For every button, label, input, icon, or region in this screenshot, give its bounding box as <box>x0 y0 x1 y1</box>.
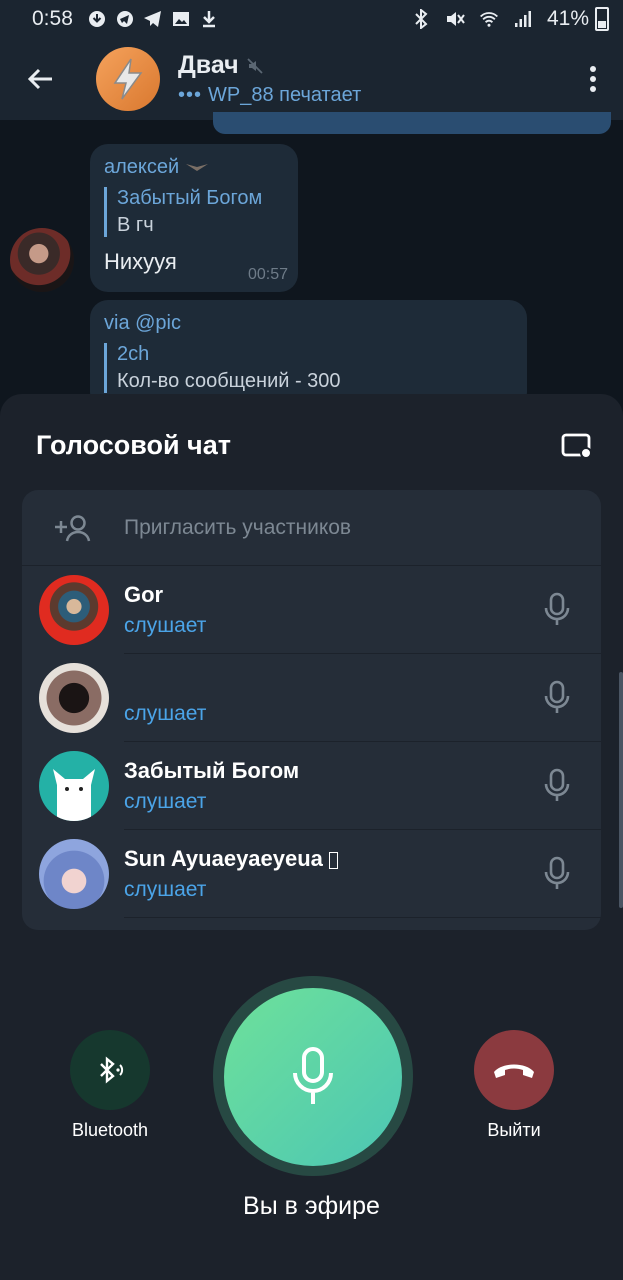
via-bot[interactable]: via @pic <box>104 312 513 335</box>
typing-dots-icon: ••• <box>178 84 203 106</box>
lightning-icon <box>113 58 143 100</box>
unknown-glyph-icon <box>329 851 339 869</box>
participant-status: слушает <box>124 614 207 637</box>
add-user-icon <box>55 514 91 541</box>
participant-row[interactable]: слушает <box>22 654 601 742</box>
telegram-icon <box>115 9 135 29</box>
participant-name-text: Sun Ayuaeyaeyeua <box>124 846 323 871</box>
picture-in-picture-icon <box>561 433 592 459</box>
download-arrow-icon <box>199 9 219 29</box>
participant-row[interactable]: Gor слушает <box>22 566 601 654</box>
sender-avatar[interactable] <box>10 228 74 292</box>
participant-name: Sun Ayuaeyaeyeua <box>124 846 527 872</box>
on-air-status: Вы в эфире <box>243 1192 380 1220</box>
reply-quote[interactable]: Забытый Богом В гч <box>104 187 284 237</box>
mic-icon[interactable] <box>527 856 587 892</box>
bluetooth-button[interactable]: Bluetooth <box>64 1030 156 1141</box>
voice-chat-title: Голосовой чат <box>36 430 231 460</box>
mic-icon[interactable] <box>527 680 587 716</box>
invite-label: Пригласить участников <box>124 515 352 539</box>
signal-icon <box>513 9 533 29</box>
reply-text: В гч <box>117 214 154 236</box>
status-bar: 0:58 41% <box>0 0 623 38</box>
chat-avatar[interactable] <box>96 47 160 111</box>
message-time: 00:57 <box>247 266 288 283</box>
mic-icon[interactable] <box>527 768 587 804</box>
back-arrow-icon <box>27 68 52 90</box>
avatar <box>39 663 109 733</box>
cat-icon <box>53 769 95 821</box>
participant-name: Забытый Богом <box>124 758 300 783</box>
reply-quote-2[interactable]: 2ch Кол-во сообщений - 300 <box>104 343 513 393</box>
battery-percent: 41% <box>546 7 589 30</box>
battery-icon <box>595 7 609 31</box>
message-bubble[interactable]: алексей Забытый Богом В гч Нихууя 00:57 <box>90 144 298 292</box>
leave-button[interactable]: Выйти <box>468 1030 560 1141</box>
reply-name-2: 2ch <box>117 343 150 365</box>
participant-status: слушает <box>124 878 207 901</box>
bird-badge-icon <box>185 164 208 171</box>
reply-name: Забытый Богом <box>117 187 263 209</box>
mute-toggle-button[interactable] <box>224 988 402 1166</box>
mic-icon <box>293 1047 333 1104</box>
mute-icon <box>445 9 465 29</box>
avatar <box>39 839 109 909</box>
participants-list: Пригласить участников Gor слушает слушае… <box>22 490 601 930</box>
bluetooth-icon <box>411 9 431 29</box>
download-icon <box>87 9 107 29</box>
gallery-icon <box>171 9 191 29</box>
pip-button[interactable] <box>559 430 595 462</box>
more-vertical-icon <box>590 66 596 92</box>
outgoing-message-bubble[interactable] <box>213 112 611 134</box>
more-menu-button[interactable] <box>563 38 623 120</box>
typing-status: WP_88 печатает <box>208 84 362 106</box>
back-button[interactable] <box>0 38 80 120</box>
hang-up-icon <box>494 1064 534 1078</box>
participant-name <box>124 670 527 696</box>
mic-icon[interactable] <box>527 592 587 628</box>
chat-titles[interactable]: Двач ••• WP_88 печатает <box>178 51 361 107</box>
invite-participants-row[interactable]: Пригласить участников <box>22 490 601 566</box>
participant-status: слушает <box>124 702 207 725</box>
participant-status: слушает <box>124 790 207 813</box>
participant-name: Gor <box>124 582 164 607</box>
avatar <box>39 751 109 821</box>
muted-icon <box>247 57 263 74</box>
bluetooth-label: Bluetooth <box>71 1120 149 1140</box>
voice-chat-panel: Голосовой чат Пригласить участников Gor … <box>0 394 623 1280</box>
reply-text-2: Кол-во сообщений - 300 <box>117 370 341 392</box>
avatar <box>39 575 109 645</box>
participant-row[interactable]: Забытый Богом слушает <box>22 742 601 830</box>
wifi-icon <box>479 9 499 29</box>
status-time: 0:58 <box>32 7 73 30</box>
chat-header: Двач ••• WP_88 печатает <box>0 38 623 120</box>
chat-title: Двач <box>178 51 239 79</box>
bluetooth-audio-icon <box>100 1056 124 1084</box>
leave-label: Выйти <box>487 1120 541 1140</box>
participant-row[interactable]: Sun Ayuaeyaeyeua слушает <box>22 830 601 918</box>
telegram-plane-icon <box>143 9 163 29</box>
scrollbar[interactable] <box>619 672 623 908</box>
message-sender[interactable]: алексей <box>104 156 179 178</box>
